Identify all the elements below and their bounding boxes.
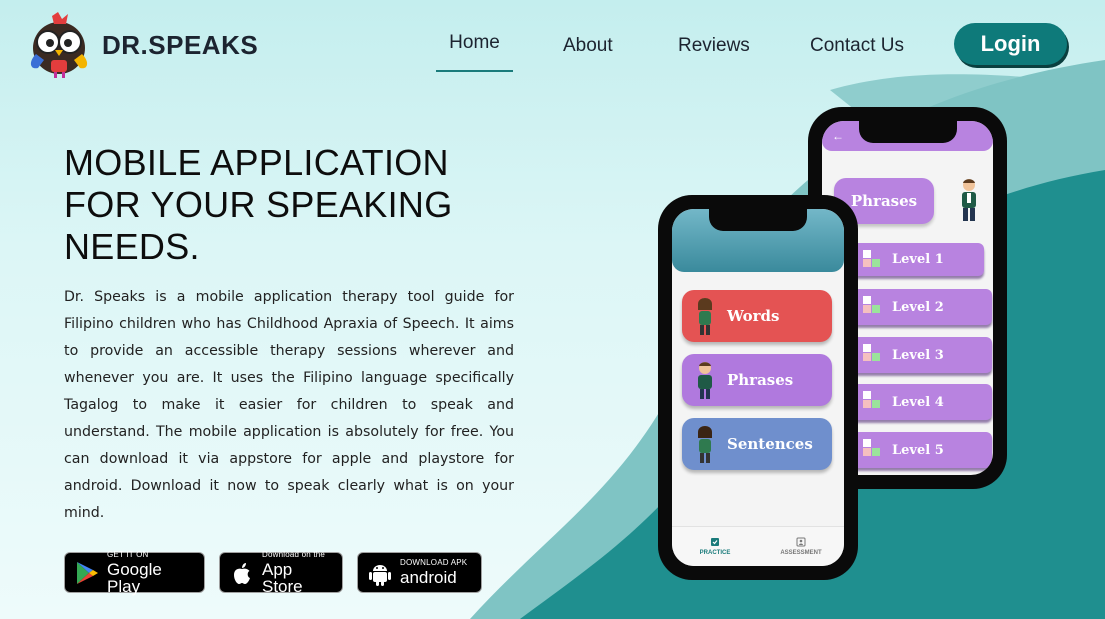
phone-notch	[858, 121, 957, 143]
phone-notch	[709, 209, 807, 231]
level-2-label: Level 2	[892, 299, 944, 315]
brand-name: DR.SPEAKS	[102, 29, 259, 60]
google-badge-big: Google Play	[107, 559, 162, 596]
level-4-button[interactable]: Level 4	[852, 384, 992, 420]
level-2-button[interactable]: Level 2	[852, 289, 992, 325]
apple-badge-big: App Store	[262, 559, 303, 596]
level-1-label: Level 1	[892, 252, 944, 267]
level-4-label: Level 4	[892, 394, 944, 410]
category-sentences-label: Sentences	[727, 435, 813, 453]
tab-assessment[interactable]: ASSESSMENT	[758, 527, 844, 566]
google-play-badge[interactable]: GET IT ON Google Play	[64, 549, 205, 596]
level-3-label: Level 3	[892, 347, 944, 363]
level-blocks-icon	[863, 439, 880, 456]
girl-character-icon	[698, 426, 712, 463]
app-tab-bar: PRACTICE ASSESSMENT	[672, 526, 844, 566]
app-store-badge[interactable]: Download on the App Store	[219, 549, 343, 596]
apple-icon	[234, 562, 250, 584]
level-1-button[interactable]: Level 1	[852, 243, 984, 276]
apple-badge-small: Download on the	[262, 549, 326, 559]
google-play-icon	[77, 561, 98, 584]
android-apk-badge[interactable]: DOWNLOAD APK android	[357, 552, 482, 593]
hero-description: Dr. Speaks is a mobile application thera…	[64, 289, 514, 521]
categories-screen: Words Phrases Sentences PRACTICE ASSESSM…	[672, 209, 844, 566]
android-badge-small: DOWNLOAD APK	[400, 558, 468, 567]
tab-practice-label: PRACTICE	[699, 550, 731, 556]
nav-reviews-link[interactable]: Reviews	[678, 33, 750, 77]
category-words-button[interactable]: Words	[682, 290, 832, 342]
category-phrases-button[interactable]: Phrases	[682, 354, 832, 406]
nav-contact-link[interactable]: Contact Us	[810, 33, 904, 77]
store-badges: GET IT ON Google Play Download on the Ap…	[64, 549, 482, 596]
google-badge-small: GET IT ON	[107, 549, 149, 559]
nav-home-link[interactable]: Home	[436, 30, 513, 74]
nav-about-link[interactable]: About	[563, 33, 613, 77]
level-blocks-icon	[863, 344, 880, 361]
owl-mascot-icon	[30, 12, 88, 78]
category-phrases-label: Phrases	[727, 371, 794, 389]
phone-mockup-categories: Words Phrases Sentences PRACTICE ASSESSM…	[658, 195, 858, 580]
category-words-label: Words	[727, 307, 780, 325]
level-blocks-icon	[863, 391, 880, 408]
boy-character-icon	[962, 179, 976, 221]
tab-practice[interactable]: PRACTICE	[672, 527, 758, 566]
hero-title: MOBILE APPLICATION FOR YOUR SPEAKING NEE…	[64, 142, 453, 267]
category-sentences-button[interactable]: Sentences	[682, 418, 832, 470]
android-icon	[369, 564, 391, 586]
level-3-button[interactable]: Level 3	[852, 337, 992, 373]
level-5-label: Level 5	[892, 442, 944, 458]
login-button[interactable]: Login	[954, 23, 1067, 65]
assessment-icon	[796, 537, 806, 547]
brand-logo[interactable]: DR.SPEAKS	[24, 10, 258, 80]
girl-character-icon	[698, 298, 712, 335]
tab-assessment-label: ASSESSMENT	[780, 550, 822, 556]
level-5-button[interactable]: Level 5	[852, 432, 992, 468]
nav-active-indicator	[436, 70, 513, 72]
back-arrow-icon[interactable]: ←	[832, 129, 844, 143]
level-blocks-icon	[863, 296, 880, 313]
level-blocks-icon	[863, 250, 880, 267]
android-badge-big: android	[400, 568, 457, 587]
practice-icon	[711, 538, 719, 546]
boy-character-icon	[698, 362, 712, 399]
